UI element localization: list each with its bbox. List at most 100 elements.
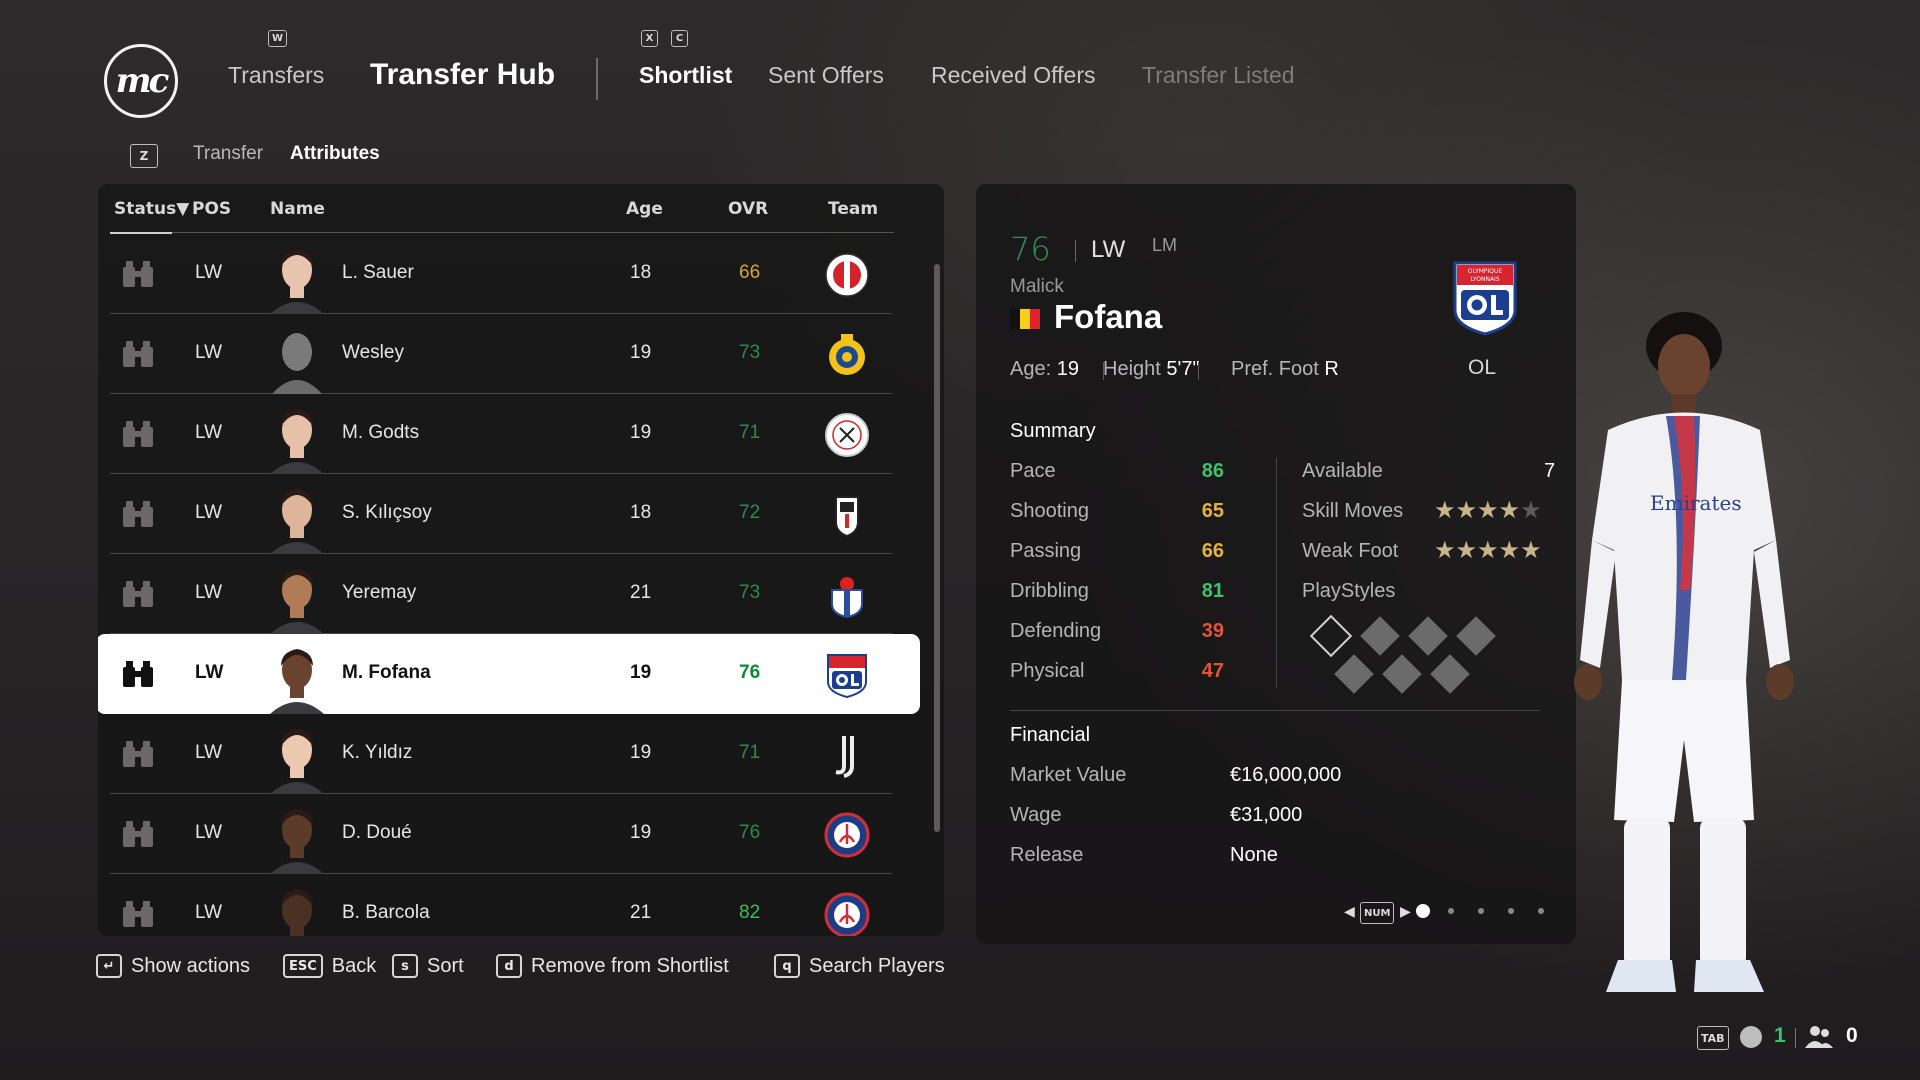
page-dot[interactable] [1416,904,1430,918]
playstyle-slot-icon[interactable] [1382,654,1422,694]
col-name[interactable]: Name [270,199,325,219]
financial-label: Market Value [1010,764,1127,786]
player-avatar [270,569,324,634]
col-ovr[interactable]: OVR [728,199,768,219]
page-dot[interactable] [1538,908,1544,914]
page-title: Transfer Hub [370,58,556,91]
table-row[interactable]: LW S. Kılıçsoy 18 72 [110,474,892,554]
playstyle-slot-icon[interactable] [1408,616,1448,656]
action-search-players[interactable]: q Search Players [774,954,945,978]
stat-label: Passing [1010,540,1082,562]
col-team[interactable]: Team [828,199,878,219]
financial-value: €16,000,000 [1230,764,1342,786]
divider [1010,710,1540,711]
action-back[interactable]: ESC Back [283,954,376,978]
row-ovr: 71 [739,422,761,443]
page-dot[interactable] [1478,908,1484,914]
playstyle-slot-icon[interactable] [1456,616,1496,656]
available-label: Available [1302,460,1383,482]
lyon-crest-icon: OLYMPIQUE LYONNAIS [1453,261,1517,336]
col-status[interactable]: Status▼ [114,199,189,219]
tab-received-offers[interactable]: Received Offers [931,62,1095,89]
esc-key-icon: ESC [283,954,323,978]
player-model-image: Emirates [1574,312,1794,992]
subtab-attributes[interactable]: Attributes [290,143,380,165]
crest-text: OLYMPIQUE [1468,268,1503,275]
action-show-actions[interactable]: ↵ Show actions [96,954,250,978]
stat-label: Defending [1010,620,1102,642]
nav-transfers[interactable]: Transfers [228,62,324,89]
table-row[interactable]: LW K. Yıldız 19 71 [110,714,892,794]
row-player-name: M. Godts [342,422,420,443]
scrollbar[interactable] [934,264,940,832]
table-row[interactable]: LW B. Barcola 21 82 [110,874,892,936]
action-sort[interactable]: s Sort [392,954,464,978]
star-filled-icon: ★ [1498,537,1521,564]
divider [1075,240,1076,262]
playstyle-slot-icon[interactable] [1334,654,1374,694]
stat-value: 47 [1201,660,1224,682]
row-ovr: 82 [739,902,761,923]
page-dot[interactable] [1448,908,1454,914]
table-row[interactable]: LW M. Fofana 19 76 [98,634,920,714]
row-age: 19 [630,422,652,443]
psg-crest-icon [824,812,870,858]
table-row[interactable]: LW L. Sauer 18 66 [110,234,892,314]
row-position: LW [195,502,223,523]
financial-title: Financial [1010,724,1091,746]
action-remove-from-shortlist[interactable]: d Remove from Shortlist [496,954,729,978]
scout-binoculars-icon [123,421,153,447]
chevron-right-icon[interactable]: ▶ [1400,903,1411,920]
subtab-transfer[interactable]: Transfer [193,143,263,165]
tab-shortlist[interactable]: Shortlist [639,62,732,89]
row-age: 19 [630,742,652,763]
playstyle-slot-icon[interactable] [1360,616,1400,656]
available-value: 7 [1544,460,1556,482]
num-key-icon: NUM [1360,902,1395,924]
row-age: 19 [630,822,652,843]
key-hint-z: Z [130,144,158,168]
star-filled-icon: ★ [1434,537,1456,564]
row-ovr: 66 [739,262,761,283]
col-pos[interactable]: POS [192,199,231,219]
table-row[interactable]: LW Wesley 19 73 [110,314,892,394]
row-age: 21 [630,582,652,603]
star-filled-icon: ★ [1455,497,1478,524]
besiktas-crest-icon [835,496,859,538]
playstyle-plus-icon[interactable] [1309,614,1353,658]
tab-transfer-listed[interactable]: Transfer Listed [1142,62,1295,89]
tab-sent-offers[interactable]: Sent Offers [768,62,884,89]
deportivo-crest-icon [831,577,863,618]
action-label: Search Players [809,954,945,977]
page-dot[interactable] [1508,908,1514,914]
player-position: LW [1091,236,1126,263]
speaker-icon [1740,1026,1762,1048]
row-position: LW [195,742,223,763]
friends-count: 0 [1846,1024,1858,1047]
stat-value: 65 [1201,500,1224,522]
table-row[interactable]: LW D. Doué 19 76 [110,794,892,874]
weak-foot-stars: ★★★★★ [1434,536,1542,565]
feyenoord-crest-icon [825,253,869,297]
divider [1795,1028,1796,1048]
action-label: Remove from Shortlist [531,954,729,977]
table-row[interactable]: LW Yeremay 21 73 [110,554,892,634]
divider [1276,458,1277,688]
notification-count: 1 [1774,1024,1786,1047]
tab-key-icon: TAB [1697,1026,1729,1050]
table-row[interactable]: LW M. Godts 19 71 [110,394,892,474]
chevron-left-icon[interactable]: ◀ [1344,903,1355,920]
row-position: LW [195,342,223,363]
col-age[interactable]: Age [626,199,663,219]
scout-binoculars-icon [123,741,153,767]
star-filled-icon: ★ [1477,497,1499,524]
row-player-name: D. Doué [342,822,412,843]
player-pref-foot: Pref. Foot R [1231,358,1339,380]
d-key-icon: d [496,954,522,978]
stat-label: Dribbling [1010,580,1089,602]
psg-crest-icon [824,892,870,936]
sort-arrow-icon: ▼ [176,199,190,219]
player-alt-position: LM [1152,235,1178,255]
stat-value: 86 [1201,460,1224,482]
playstyle-slot-icon[interactable] [1430,654,1470,694]
